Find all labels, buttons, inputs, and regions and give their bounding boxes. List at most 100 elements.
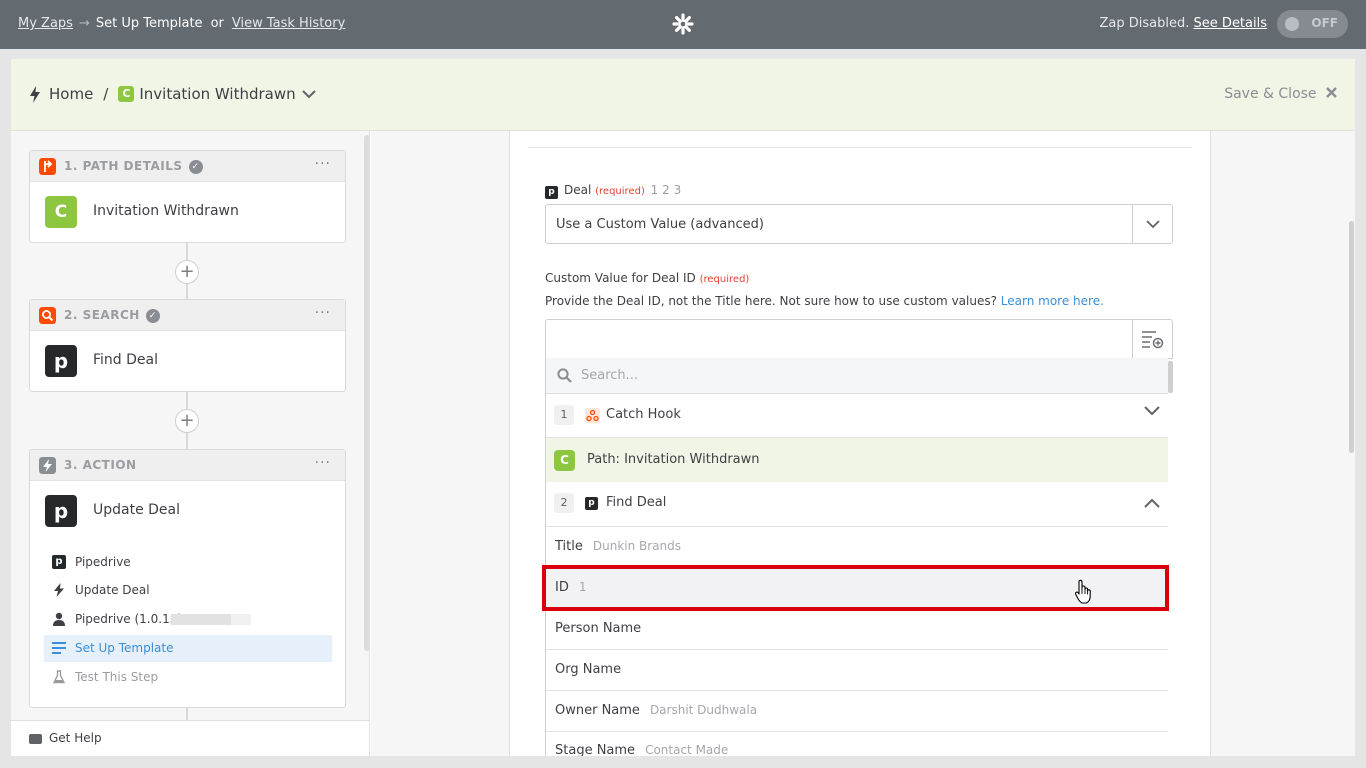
field-picker-dropdown: Search... 1 Catch Hook C Path: Invitatio… [545, 358, 1168, 756]
zapier-asterisk-icon[interactable] [672, 13, 694, 35]
deal-id-input[interactable] [545, 319, 1173, 359]
see-details-link[interactable]: See Details [1194, 16, 1267, 31]
substep-label: Update Deal [75, 583, 150, 597]
required-marker: (required) [699, 274, 750, 285]
deal-select-toggle[interactable] [1132, 205, 1172, 243]
save-close-label: Save & Close [1224, 86, 1317, 102]
field-option[interactable]: Person Name [546, 609, 1168, 650]
field-value: Darshit Dudhwala [649, 703, 758, 717]
substep-set-up-template[interactable]: Set Up Template [44, 635, 332, 662]
custom-value-help: Provide the Deal ID, not the Title here.… [545, 294, 1104, 308]
breadcrumb-separator: / [103, 85, 109, 103]
step-card-body: C Invitation Withdrawn [30, 182, 345, 242]
step-card-header: 2. SEARCH ✓ ··· [30, 300, 345, 331]
editor-frame: Home / C Invitation Withdrawn Save & Clo… [11, 59, 1355, 756]
path-invitation-withdrawn-row[interactable]: C Path: Invitation Withdrawn [546, 438, 1168, 482]
deal-field-label: p Deal (required) 1 2 3 [545, 183, 681, 199]
main-scrollbar[interactable] [1349, 221, 1354, 453]
pipedrive-icon: p [52, 555, 66, 569]
field-option[interactable]: Title Dunkin Brands [546, 527, 1168, 568]
substep-test-this-step[interactable]: Test This Step [44, 664, 332, 691]
step-card-path-details[interactable]: 1. PATH DETAILS ✓ ··· C Invitation Withdr… [29, 150, 346, 243]
add-step-button[interactable]: + [175, 260, 199, 284]
view-task-history-link[interactable]: View Task History [232, 16, 345, 31]
chevron-down-icon [1146, 220, 1160, 229]
path-c-badge: C [554, 450, 575, 471]
more-options-icon[interactable]: ··· [315, 455, 331, 471]
path-c-badge: C [118, 86, 135, 102]
field-option[interactable]: Owner Name Darshit Dudhwala [546, 691, 1168, 732]
more-options-icon[interactable]: ··· [315, 156, 331, 172]
substep-update-deal[interactable]: Update Deal [44, 577, 332, 604]
field-option[interactable]: Org Name [546, 650, 1168, 691]
chevron-up-icon [1144, 498, 1160, 508]
step-card-search[interactable]: 2. SEARCH ✓ ··· p Find Deal [29, 299, 346, 392]
substep-account[interactable]: Pipedrive (1.0.15) [44, 606, 332, 633]
field-value: Dunkin Brands [592, 539, 682, 553]
steps-sidebar: 1. PATH DETAILS ✓ ··· C Invitation Withdr… [11, 131, 370, 756]
step-card-body: p Update Deal [30, 481, 345, 541]
chat-bubble-icon [29, 734, 42, 744]
path-c-logo: C [45, 196, 77, 228]
field-value: Contact Made [645, 743, 729, 756]
group-catch-hook[interactable]: 1 Catch Hook [546, 394, 1168, 438]
field-option-id[interactable]: ID 1 [546, 568, 1168, 609]
save-close-button[interactable]: Save & Close [1224, 86, 1337, 102]
learn-more-link[interactable]: Learn more here. [1001, 294, 1104, 308]
field-option[interactable]: Stage Name Contact Made [546, 732, 1168, 756]
divider [528, 147, 1192, 148]
field-key: Stage Name [555, 743, 636, 756]
bolt-icon [54, 583, 64, 597]
step-number: 2 [554, 493, 574, 513]
search-placeholder: Search... [581, 368, 639, 383]
add-step-button[interactable]: + [175, 409, 199, 433]
editor-breadcrumb: Home / C Invitation Withdrawn [29, 85, 316, 103]
field-key: Title [555, 539, 583, 554]
get-help-button[interactable]: Get Help [11, 720, 369, 756]
group-find-deal[interactable]: 2 p Find Deal [546, 482, 1168, 527]
deal-select[interactable]: Use a Custom Value (advanced) [545, 204, 1173, 244]
sidebar-scrollbar[interactable] [364, 135, 369, 651]
step-card-header: 1. PATH DETAILS ✓ ··· [30, 151, 345, 182]
chevron-down-icon[interactable] [301, 89, 316, 99]
dropdown-scrollbar[interactable] [1168, 361, 1173, 393]
insert-field-button[interactable] [1132, 320, 1172, 358]
more-options-icon[interactable]: ··· [315, 305, 331, 321]
path-row-name: Path: Invitation Withdrawn [587, 452, 760, 467]
webhook-icon [585, 408, 600, 423]
step-card-body: p Find Deal [30, 331, 345, 391]
pipedrive-logo: p [45, 495, 77, 527]
step-number: 1 [554, 405, 574, 425]
zap-on-off-toggle[interactable]: OFF [1277, 10, 1348, 38]
top-bar: My Zaps → Set Up Template or View Task H… [0, 0, 1366, 49]
checkmark-icon: ✓ [145, 308, 160, 323]
group-name: Catch Hook [606, 407, 681, 422]
step-title: 2. SEARCH [64, 308, 140, 322]
redacted-account [171, 614, 251, 625]
or-text: or [210, 16, 224, 31]
field-key: Person Name [555, 621, 642, 636]
search-step-icon [39, 307, 56, 324]
substep-pipedrive[interactable]: p Pipedrive [44, 549, 332, 576]
field-search[interactable]: Search... [546, 358, 1168, 394]
my-zaps-link[interactable]: My Zaps [18, 16, 73, 31]
toggle-label: OFF [1311, 16, 1338, 30]
user-icon [53, 612, 65, 626]
current-page-label: Set Up Template [95, 16, 203, 31]
deal-step-numbers: 1 2 3 [650, 183, 682, 197]
substep-label: Test This Step [75, 670, 159, 684]
substep-label: Set Up Template [75, 641, 174, 655]
step-title: 1. PATH DETAILS [64, 159, 183, 173]
main-area: p Deal (required) 1 2 3 Use a Custom Valu… [371, 131, 1355, 756]
home-link[interactable]: Home [49, 85, 93, 103]
substep-label: Pipedrive [75, 555, 131, 569]
path-name-dropdown[interactable]: Invitation Withdrawn [139, 85, 295, 103]
template-form-panel: p Deal (required) 1 2 3 Use a Custom Valu… [509, 131, 1211, 756]
step-name: Update Deal [93, 502, 181, 518]
toggle-knob [1285, 17, 1299, 31]
step-card-action[interactable]: 3. ACTION ··· p Update Deal p Pipedrive … [29, 449, 346, 708]
field-key: Org Name [555, 662, 622, 677]
pipedrive-icon: p [545, 186, 558, 199]
bolt-icon [30, 85, 40, 103]
zap-disabled-text: Zap Disabled. [1099, 16, 1190, 31]
